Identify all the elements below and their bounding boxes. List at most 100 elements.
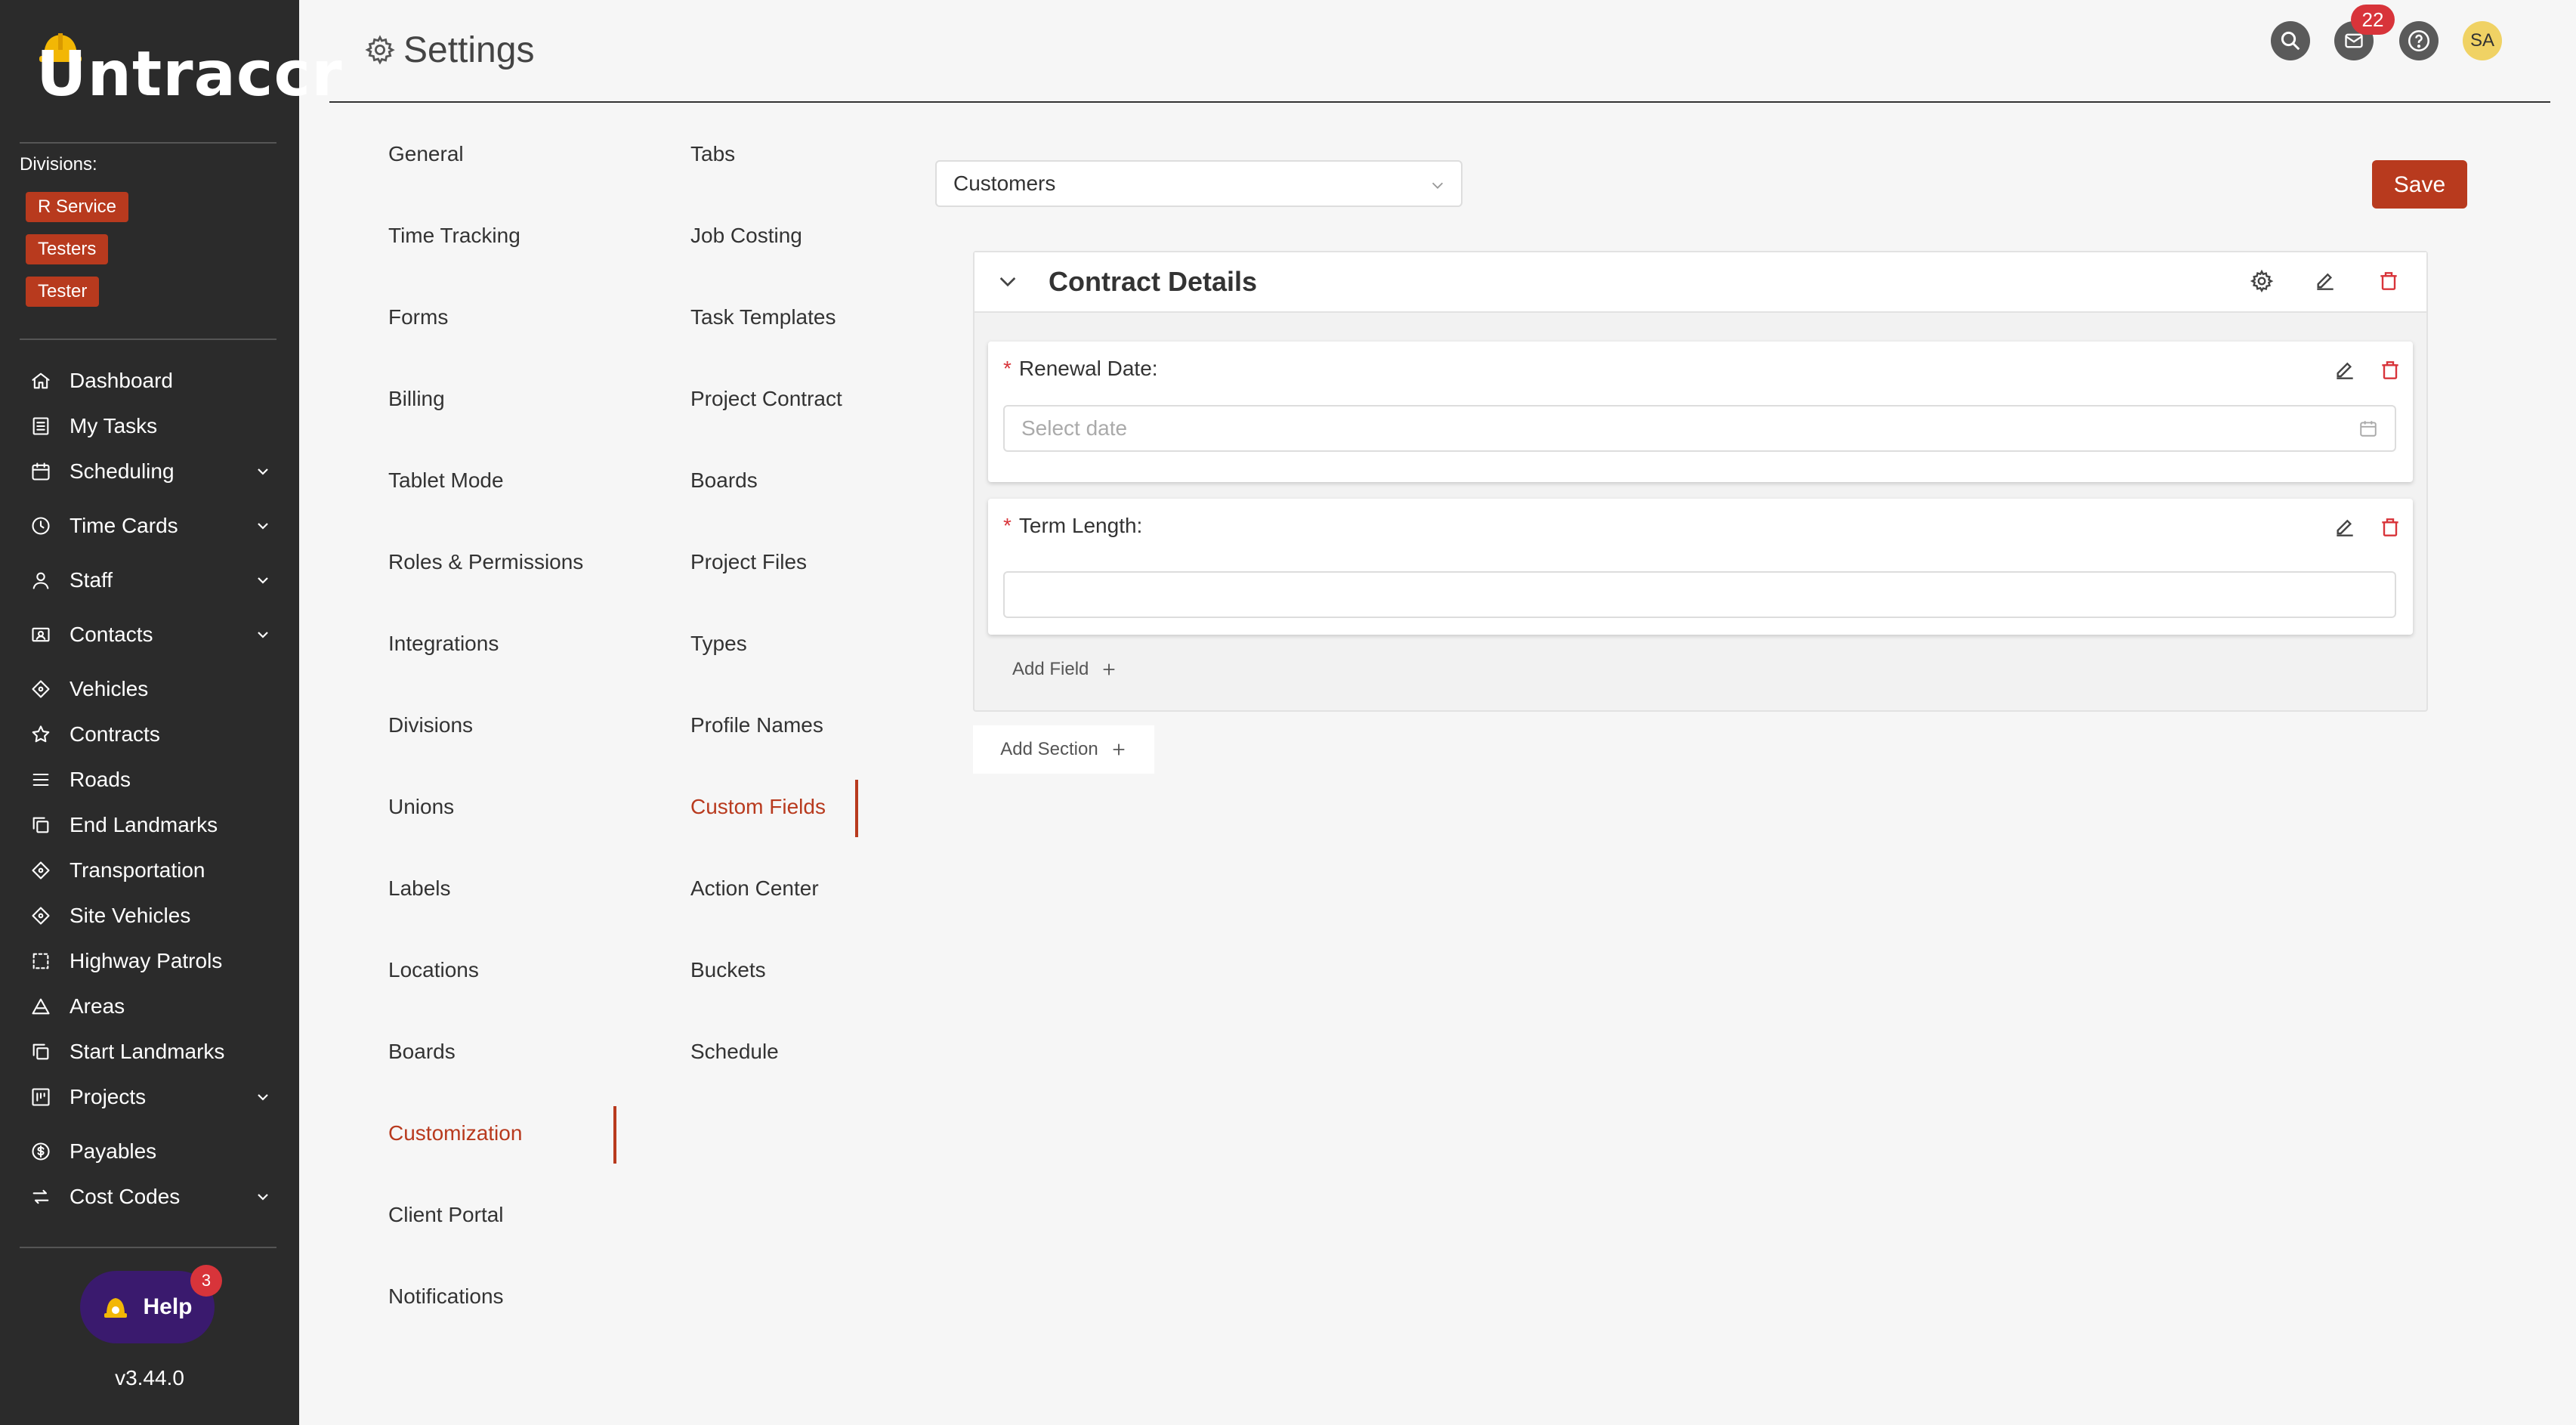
division-badge[interactable]: R Service	[26, 192, 129, 222]
settings-menu-project-contract[interactable]: Project Contract	[690, 387, 842, 411]
sidebar-item-dashboard[interactable]: Dashboard	[30, 363, 272, 399]
settings-menu-task-templates[interactable]: Task Templates	[690, 305, 836, 329]
sidebar-item-label: Areas	[69, 994, 125, 1018]
sidebar-item-time-cards[interactable]: Time Cards	[30, 508, 272, 544]
sidebar-item-highway-patrols[interactable]: Highway Patrols	[30, 943, 272, 979]
save-button[interactable]: Save	[2372, 160, 2467, 209]
required-marker: *	[1003, 514, 1012, 537]
term-length-input[interactable]	[1003, 571, 2396, 618]
settings-menu-tabs[interactable]: Tabs	[690, 142, 735, 166]
settings-menu-divisions[interactable]: Divisions	[388, 713, 473, 737]
swap-icon	[32, 1189, 49, 1204]
chevron-down-icon	[258, 1194, 268, 1201]
date-picker-input[interactable]: Select date	[1003, 405, 2396, 452]
sidebar-item-contracts[interactable]: Contracts	[30, 716, 272, 753]
plus-icon	[1113, 743, 1125, 756]
settings-menu-locations[interactable]: Locations	[388, 958, 479, 982]
settings-menu-project-files[interactable]: Project Files	[690, 550, 807, 574]
home-icon	[32, 372, 50, 389]
settings-menu-job-costing[interactable]: Job Costing	[690, 224, 802, 248]
settings-menu-unions[interactable]: Unions	[388, 795, 454, 819]
diamond-icon	[32, 861, 50, 879]
sidebar-item-end-landmarks[interactable]: End Landmarks	[30, 807, 272, 843]
section-title: Contract Details	[1049, 266, 1258, 297]
add-field-button[interactable]: Add Field	[1012, 659, 1117, 680]
sidebar-item-start-landmarks[interactable]: Start Landmarks	[30, 1034, 272, 1070]
gear-icon[interactable]	[2250, 269, 2274, 293]
sidebar-item-areas[interactable]: Areas	[30, 988, 272, 1025]
settings-menu-types[interactable]: Types	[690, 632, 747, 656]
copy-icon	[32, 817, 49, 833]
notification-count-badge: 22	[2351, 5, 2395, 35]
trash-icon[interactable]	[2378, 515, 2402, 539]
user-avatar[interactable]: SA	[2463, 21, 2502, 60]
search-button[interactable]	[2271, 21, 2310, 60]
sidebar-item-contacts[interactable]: Contacts	[30, 617, 272, 653]
trash-icon[interactable]	[2377, 269, 2401, 293]
settings-menu-client-portal[interactable]: Client Portal	[388, 1203, 504, 1227]
edit-icon[interactable]	[2333, 358, 2357, 382]
version-label: v3.44.0	[115, 1366, 184, 1389]
settings-menu-custom-fields[interactable]: Custom Fields	[690, 795, 826, 819]
trash-icon[interactable]	[2378, 358, 2402, 382]
settings-menu-notifications[interactable]: Notifications	[388, 1284, 504, 1309]
sidebar-item-staff[interactable]: Staff	[30, 562, 272, 598]
settings-menu-profile-names[interactable]: Profile Names	[690, 713, 823, 737]
app-logo[interactable]: Untraccr	[36, 33, 342, 106]
entity-select[interactable]: Customers	[935, 160, 1463, 207]
sidebar-item-projects[interactable]: Projects	[30, 1079, 272, 1115]
settings-menu-forms[interactable]: Forms	[388, 305, 448, 329]
settings-menu-boards[interactable]: Boards	[388, 1040, 456, 1064]
settings-menu-roles-permissions[interactable]: Roles & Permissions	[388, 550, 583, 574]
sidebar-item-label: Start Landmarks	[69, 1040, 225, 1063]
settings-menu-boards[interactable]: Boards	[690, 468, 758, 493]
search-icon	[2281, 31, 2300, 51]
settings-menu-general[interactable]: General	[388, 142, 464, 166]
edit-icon[interactable]	[2313, 269, 2337, 293]
add-section-button[interactable]: Add Section	[973, 725, 1154, 774]
active-menu-indicator	[613, 1106, 616, 1164]
list-icon	[32, 417, 49, 435]
sidebar-item-vehicles[interactable]: Vehicles	[30, 671, 272, 707]
division-badge[interactable]: Testers	[26, 234, 109, 264]
settings-menu-customization[interactable]: Customization	[388, 1121, 522, 1145]
active-menu-indicator	[855, 780, 858, 837]
logo-text: Untraccr	[36, 39, 343, 110]
sidebar-item-label: Contacts	[69, 623, 153, 646]
date-picker-placeholder: Select date	[1021, 416, 1128, 440]
sidebar-item-payables[interactable]: Payables	[30, 1133, 272, 1170]
sidebar: Untraccr Divisions: R Service Testers Te…	[0, 0, 342, 1425]
field-label-text: Renewal Date:	[1018, 357, 1158, 380]
edit-icon[interactable]	[2333, 515, 2357, 539]
settings-menu-time-tracking[interactable]: Time Tracking	[388, 224, 520, 248]
entity-select-value: Customers	[953, 172, 1056, 195]
sidebar-item-site-vehicles[interactable]: Site Vehicles	[30, 898, 272, 934]
chevron-down-icon[interactable]	[996, 269, 1020, 293]
sidebar-item-transportation[interactable]: Transportation	[30, 852, 272, 889]
contact-card-icon	[32, 627, 50, 642]
sidebar-item-my-tasks[interactable]: My Tasks	[30, 408, 272, 444]
settings-menu-labels[interactable]: Labels	[388, 876, 451, 901]
sidebar-item-roads[interactable]: Roads	[30, 762, 272, 798]
settings-menu-tablet-mode[interactable]: Tablet Mode	[388, 468, 504, 493]
division-badge[interactable]: Tester	[26, 277, 100, 307]
sidebar-item-cost-codes[interactable]: Cost Codes	[30, 1179, 272, 1215]
settings-menu-integrations[interactable]: Integrations	[388, 632, 499, 656]
sidebar-item-label: Roads	[69, 768, 131, 791]
custom-field-card: * Term Length:	[988, 499, 2413, 635]
help-circle-button[interactable]	[2399, 21, 2439, 60]
help-badge: 3	[190, 1265, 222, 1297]
sidebar-item-label: Highway Patrols	[69, 949, 223, 972]
settings-menu-buckets[interactable]: Buckets	[690, 958, 766, 982]
sidebar-item-label: Dashboard	[69, 369, 173, 392]
sidebar-item-label: Site Vehicles	[69, 904, 191, 927]
field-label-text: Term Length:	[1018, 514, 1143, 537]
settings-menu-billing[interactable]: Billing	[388, 387, 445, 411]
sidebar-item-label: Projects	[69, 1085, 147, 1108]
chevron-down-icon	[258, 632, 268, 638]
settings-menu-schedule[interactable]: Schedule	[690, 1040, 779, 1064]
sidebar-item-label: Cost Codes	[69, 1185, 181, 1208]
settings-menu-action-center[interactable]: Action Center	[690, 876, 819, 901]
sidebar-item-scheduling[interactable]: Scheduling	[30, 453, 272, 490]
sidebar-item-label: Time Cards	[69, 514, 178, 537]
